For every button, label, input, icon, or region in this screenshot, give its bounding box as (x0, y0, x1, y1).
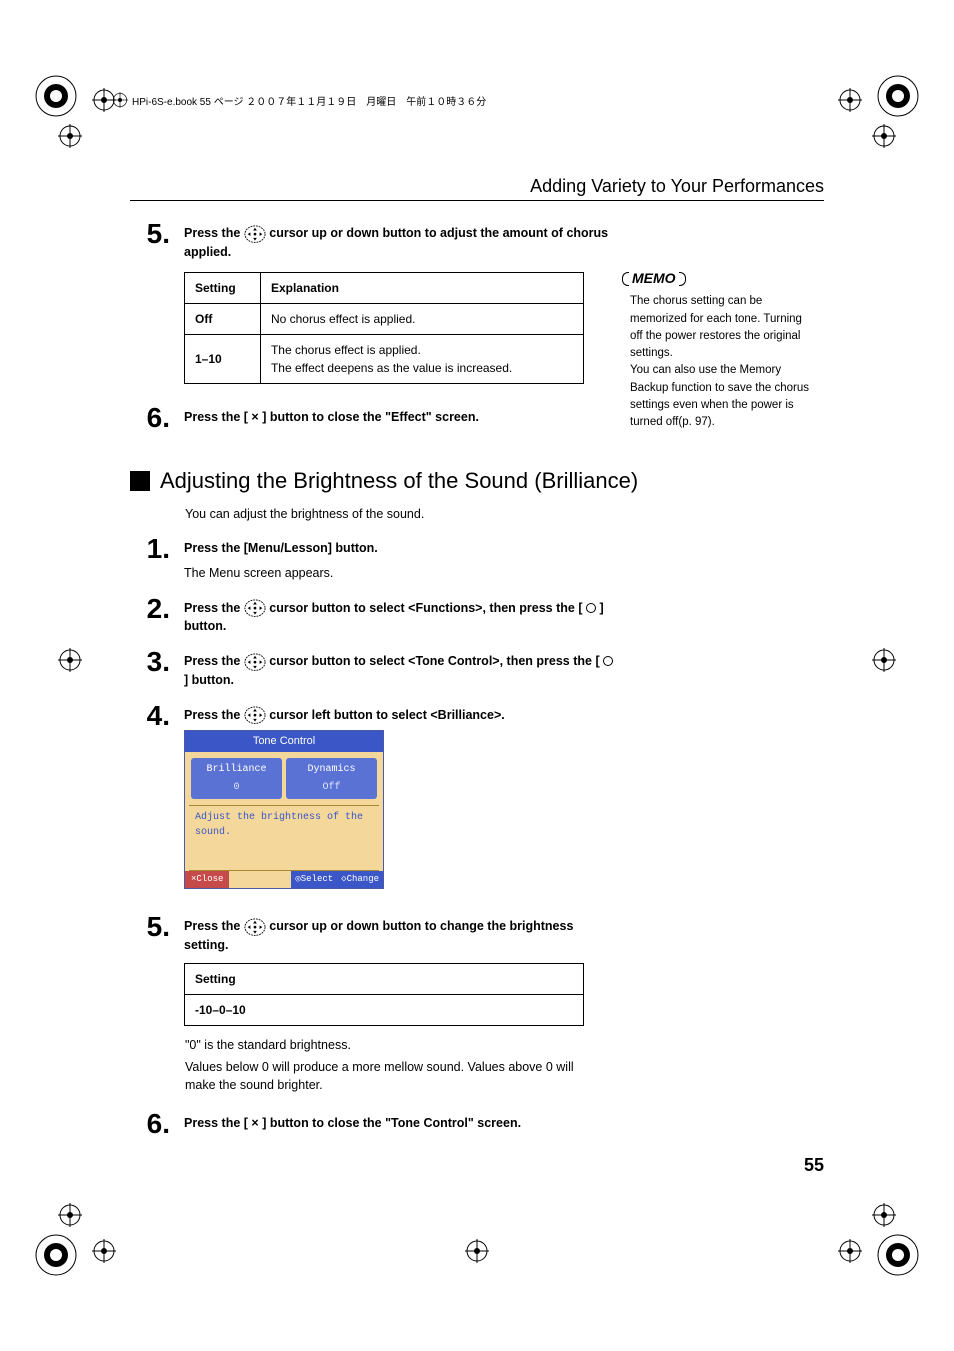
subheading: Adjusting the Brightness of the Sound (B… (130, 468, 824, 494)
step-number: 6. (130, 1108, 170, 1138)
crop-mark-icon (58, 124, 82, 148)
table-row: 1–10 The chorus effect is applied. The e… (185, 334, 584, 383)
step-number: 4. (130, 700, 170, 730)
screenshot-desc: Adjust the brightness of the sound. (189, 805, 379, 871)
crop-mark-icon (838, 1239, 862, 1263)
tab-label: Brilliance (206, 764, 266, 775)
memo-label: MEMO (630, 268, 678, 289)
step-text: Press the (184, 601, 240, 615)
note-standard: "0" is the standard brightness. (185, 1036, 605, 1054)
print-rosette-bl (32, 1231, 80, 1279)
subheading-description: You can adjust the brightness of the sou… (185, 506, 605, 524)
cursor-icon (244, 225, 266, 243)
step-number: 5. (130, 911, 170, 941)
cursor-icon (244, 653, 266, 671)
step-text: Press the [ (184, 1116, 248, 1130)
table-header: Setting (185, 272, 261, 303)
step-text: cursor button to select <Tone Control>, … (269, 654, 599, 668)
tab-value: Off (288, 780, 375, 795)
screenshot-close: ×Close (185, 871, 229, 889)
step-5-brilliance: 5. Press the cursor up or down button to… (130, 911, 824, 1026)
step-6-brilliance: 6. Press the [ × ] button to close the "… (130, 1108, 824, 1138)
crop-mark-icon (838, 88, 862, 112)
step-4-brilliance: 4. Press the cursor left button to selec… (130, 700, 824, 902)
table-cell: The chorus effect is applied. The effect… (260, 334, 583, 383)
tab-value: 0 (193, 780, 280, 795)
circle-button-glyph (586, 603, 596, 613)
cursor-icon (244, 918, 266, 936)
header-note: HPi-6S-e.book 55 ページ ２００７年１１月１９日 月曜日 午前１… (112, 92, 486, 108)
header-note-text: HPi-6S-e.book 55 ページ ２００７年１１月１９日 月曜日 午前１… (132, 93, 486, 108)
step-text: ] button to close the "Tone Control" scr… (262, 1116, 521, 1130)
section-divider (130, 200, 824, 201)
step-plain-text: The Menu screen appears. (184, 564, 614, 583)
crop-mark-icon (58, 1203, 82, 1227)
step-text: ] button to close the "Effect" screen. (262, 410, 479, 424)
print-rosette-tr (874, 72, 922, 120)
print-rosette-br (874, 1231, 922, 1279)
step-number: 5. (130, 218, 170, 248)
crop-mark-icon (92, 1239, 116, 1263)
step-3-brilliance: 3. Press the cursor button to select <To… (130, 646, 824, 690)
screenshot-change: ◇Change (337, 871, 383, 889)
step-number: 6. (130, 402, 170, 432)
step-1-brilliance: 1. Press the [Menu/Lesson] button. The M… (130, 533, 824, 583)
subheading-text: Adjusting the Brightness of the Sound (B… (160, 468, 638, 494)
memo-sidebar: MEMO The chorus setting can be memorized… (630, 268, 810, 431)
step-text: cursor button to select <Functions>, the… (269, 601, 582, 615)
step-text: ] button. (184, 673, 234, 687)
crop-mark-icon (872, 124, 896, 148)
step-text: Press the (184, 226, 240, 240)
step-2-brilliance: 2. Press the cursor button to select <Fu… (130, 593, 824, 637)
table-header: Explanation (260, 272, 583, 303)
cursor-icon (244, 599, 266, 617)
square-bullet-icon (130, 471, 150, 491)
step-number: 2. (130, 593, 170, 623)
screenshot-tab-brilliance: Brilliance 0 (191, 758, 282, 799)
crop-mark-icon (112, 92, 128, 108)
tab-label: Dynamics (307, 764, 355, 775)
section-title: Adding Variety to Your Performances (530, 176, 824, 197)
memo-text: The chorus setting can be memorized for … (630, 293, 810, 431)
x-button-glyph: × (251, 1114, 258, 1133)
step-text: Press the (184, 919, 240, 933)
tone-control-screenshot: Tone Control Brilliance 0 Dynamics Off A… (184, 730, 384, 889)
note-range: Values below 0 will produce a more mello… (185, 1058, 605, 1094)
step-number: 1. (130, 533, 170, 563)
table-cell: No chorus effect is applied. (260, 303, 583, 334)
step-text: cursor up or down button to change the b… (184, 919, 573, 952)
step-text: cursor left button to select <Brilliance… (269, 708, 504, 722)
x-button-glyph: × (251, 408, 258, 427)
table-cell: Off (185, 303, 261, 334)
table-header: Setting (185, 963, 584, 994)
step-text: Press the (184, 654, 240, 668)
step-text: Press the [Menu/Lesson] button. (184, 539, 614, 558)
screenshot-tab-dynamics: Dynamics Off (286, 758, 377, 799)
crop-mark-icon (872, 648, 896, 672)
table-cell: -10–0–10 (185, 994, 584, 1025)
crop-mark-icon (872, 1203, 896, 1227)
circle-button-glyph (603, 656, 613, 666)
crop-mark-icon (58, 648, 82, 672)
crop-mark-icon (465, 1239, 489, 1263)
screenshot-select: ◎Select (291, 871, 337, 889)
brightness-settings-table: Setting -10–0–10 (184, 963, 584, 1026)
table-row: Off No chorus effect is applied. (185, 303, 584, 334)
step-text: Press the (184, 708, 240, 722)
page-number: 55 (804, 1155, 824, 1176)
table-cell: 1–10 (185, 334, 261, 383)
print-rosette-tl (32, 72, 80, 120)
chorus-settings-table: Setting Explanation Off No chorus effect… (184, 272, 584, 384)
step-text: Press the [ (184, 410, 248, 424)
screenshot-title: Tone Control (185, 731, 383, 752)
cursor-icon (244, 706, 266, 724)
step-number: 3. (130, 646, 170, 676)
